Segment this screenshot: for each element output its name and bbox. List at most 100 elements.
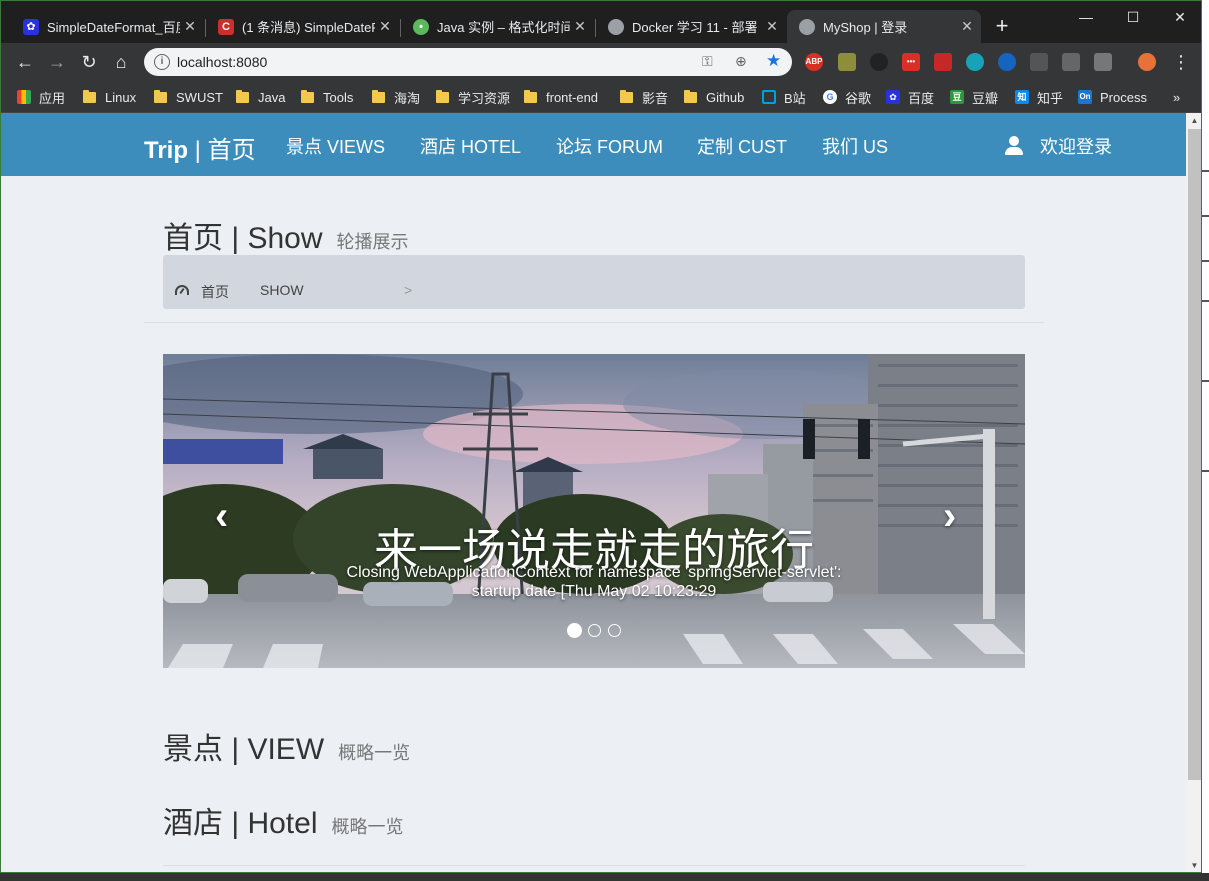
minimize-button[interactable]: —: [1066, 5, 1106, 29]
section-title-text: 首页 | Show: [163, 222, 323, 255]
tab-docker[interactable]: Docker 学习 11 - 部署 ✕: [596, 10, 786, 43]
bookmark-label: SWUST: [176, 89, 223, 105]
carousel-prev-icon[interactable]: ‹: [215, 494, 228, 539]
bookmark-douban[interactable]: 豆豆瓣: [950, 87, 998, 107]
bookmark-folder-tools[interactable]: Tools: [301, 87, 353, 107]
bookmark-folder-media[interactable]: 影音: [620, 87, 668, 107]
nav-cust[interactable]: 定制 CUST: [697, 133, 787, 159]
close-tab-icon[interactable]: ✕: [570, 18, 590, 35]
extension-icon[interactable]: [1094, 53, 1112, 71]
page-scrollbar[interactable]: ▲ ▼: [1186, 113, 1201, 872]
extension-icon[interactable]: [870, 53, 888, 71]
close-tab-icon[interactable]: ✕: [762, 18, 782, 35]
nav-hotel[interactable]: 酒店 HOTEL: [420, 133, 521, 159]
bookmark-folder-front-end[interactable]: front-end: [524, 87, 598, 107]
scrollbar-thumb[interactable]: [1188, 129, 1201, 780]
close-tab-icon[interactable]: ✕: [375, 18, 395, 35]
bookmark-star-icon[interactable]: ★: [766, 51, 781, 71]
extension-icon[interactable]: [838, 53, 856, 71]
bookmark-label: Github: [706, 89, 745, 105]
folder-icon: [436, 89, 449, 103]
bookmark-label: 豆瓣: [972, 90, 999, 106]
address-bar[interactable]: i localhost:8080 ⚿ ⊕ ★: [144, 48, 792, 76]
carousel-indicator[interactable]: [588, 624, 601, 637]
new-tab-button[interactable]: +: [991, 15, 1013, 37]
folder-icon: [154, 89, 167, 103]
nav-views[interactable]: 景点 VIEWS: [286, 133, 385, 159]
bookmark-google[interactable]: G 谷歌: [823, 87, 871, 107]
bookmark-label: front-end: [546, 89, 599, 105]
user-icon: [1004, 136, 1023, 156]
bookmark-label: Process: [1100, 89, 1147, 105]
globe-icon: [799, 18, 815, 35]
site-brand[interactable]: Trip | 首页: [144, 130, 256, 165]
bookmarks-overflow-icon[interactable]: »: [1173, 87, 1180, 107]
info-icon[interactable]: i: [154, 54, 170, 70]
breadcrumb-current: SHOW: [260, 282, 304, 298]
breadcrumb-home[interactable]: 首页: [201, 282, 229, 302]
section-subtitle: 轮播展示: [336, 232, 409, 252]
bookmark-baidu[interactable]: ✿ 百度: [886, 87, 934, 107]
extension-icon[interactable]: [1062, 53, 1080, 71]
bookmark-label: B站: [784, 90, 806, 106]
key-icon[interactable]: ⚿: [702, 53, 713, 70]
extension-icon[interactable]: [1030, 53, 1048, 71]
tab-title: Docker 学习 11 - 部署: [632, 20, 758, 35]
divider: [144, 322, 1044, 323]
folder-icon: [236, 89, 249, 103]
extension-icon[interactable]: [998, 53, 1016, 71]
bookmark-label: 影音: [642, 90, 669, 106]
bookmark-zhihu[interactable]: 知知乎: [1015, 87, 1063, 107]
tab-myshop-login[interactable]: MyShop | 登录 ✕: [787, 10, 981, 43]
carousel-caption-text: Closing WebApplicationContext for namesp…: [346, 564, 842, 600]
tab-title: (1 条消息) SimpleDateF: [242, 20, 375, 35]
baidu-paw-icon: ✿: [23, 18, 39, 35]
tab-csdn[interactable]: C (1 条消息) SimpleDateF ✕: [206, 10, 399, 43]
scroll-down-icon[interactable]: ▼: [1186, 858, 1201, 872]
show-section-title: 首页 | Show 轮播展示: [163, 213, 409, 257]
bookmark-folder-java[interactable]: Java: [236, 87, 285, 107]
zoom-icon[interactable]: ⊕: [735, 53, 747, 70]
close-tab-icon[interactable]: ✕: [957, 18, 977, 35]
login-link[interactable]: 欢迎登录: [1004, 133, 1112, 159]
close-window-button[interactable]: ✕: [1160, 5, 1200, 29]
dashboard-icon: [175, 285, 189, 295]
processon-icon: On: [1078, 90, 1092, 104]
bookmark-processon[interactable]: On Process: [1078, 87, 1147, 107]
bookmark-label: Java: [258, 89, 286, 105]
carousel-indicator[interactable]: [567, 623, 582, 638]
home-icon[interactable]: ⌂: [109, 51, 133, 73]
tab-runoob-java[interactable]: • Java 实例 – 格式化时间 ✕: [401, 10, 594, 43]
back-icon[interactable]: ←: [13, 51, 37, 73]
bookmark-folder-haitao[interactable]: 海淘: [372, 87, 420, 107]
reload-icon[interactable]: ↻: [77, 51, 101, 73]
url-text[interactable]: localhost:8080: [177, 54, 267, 70]
nav-us[interactable]: 我们 US: [822, 133, 888, 159]
bookmark-folder-swust[interactable]: SWUST: [154, 87, 223, 107]
close-tab-icon[interactable]: ✕: [180, 18, 200, 35]
bookmark-folder-linux[interactable]: Linux: [83, 87, 136, 107]
forward-icon[interactable]: →: [45, 51, 69, 73]
nav-forum[interactable]: 论坛 FORUM: [556, 133, 663, 159]
pdf-icon[interactable]: [934, 53, 952, 71]
carousel-indicator[interactable]: [608, 624, 621, 637]
tab-simpledateformat-baidu[interactable]: ✿ SimpleDateFormat_百度 ✕: [11, 10, 204, 43]
maximize-button[interactable]: ☐: [1113, 5, 1153, 29]
section-title-text: 景点 | VIEW: [163, 733, 325, 766]
browser-window: ✿ SimpleDateFormat_百度 ✕ C (1 条消息) Simple…: [0, 0, 1202, 873]
apps-grid-icon: [17, 90, 31, 104]
bookmark-folder-github[interactable]: Github: [684, 87, 744, 107]
scroll-up-icon[interactable]: ▲: [1186, 113, 1201, 129]
bookmark-bilibili[interactable]: B站: [762, 87, 806, 107]
extension-icon[interactable]: [966, 53, 984, 71]
menu-icon[interactable]: ⋮: [1169, 51, 1193, 73]
brand-rest: | 首页: [188, 137, 256, 164]
carousel-next-icon[interactable]: ›: [943, 494, 956, 539]
extension-icon[interactable]: •••: [902, 53, 920, 71]
bookmark-apps[interactable]: 应用: [17, 87, 65, 107]
adblock-plus-icon[interactable]: ABP: [805, 53, 823, 71]
avatar[interactable]: [1138, 53, 1156, 71]
browser-toolbar: ← → ↻ ⌂ i localhost:8080 ⚿ ⊕ ★ ABP ••• ⋮: [1, 43, 1201, 81]
bookmark-folder-learning[interactable]: 学习资源: [436, 87, 510, 107]
image-carousel[interactable]: 来一场说走就走的旅行 Closing WebApplicationContext…: [163, 354, 1025, 668]
